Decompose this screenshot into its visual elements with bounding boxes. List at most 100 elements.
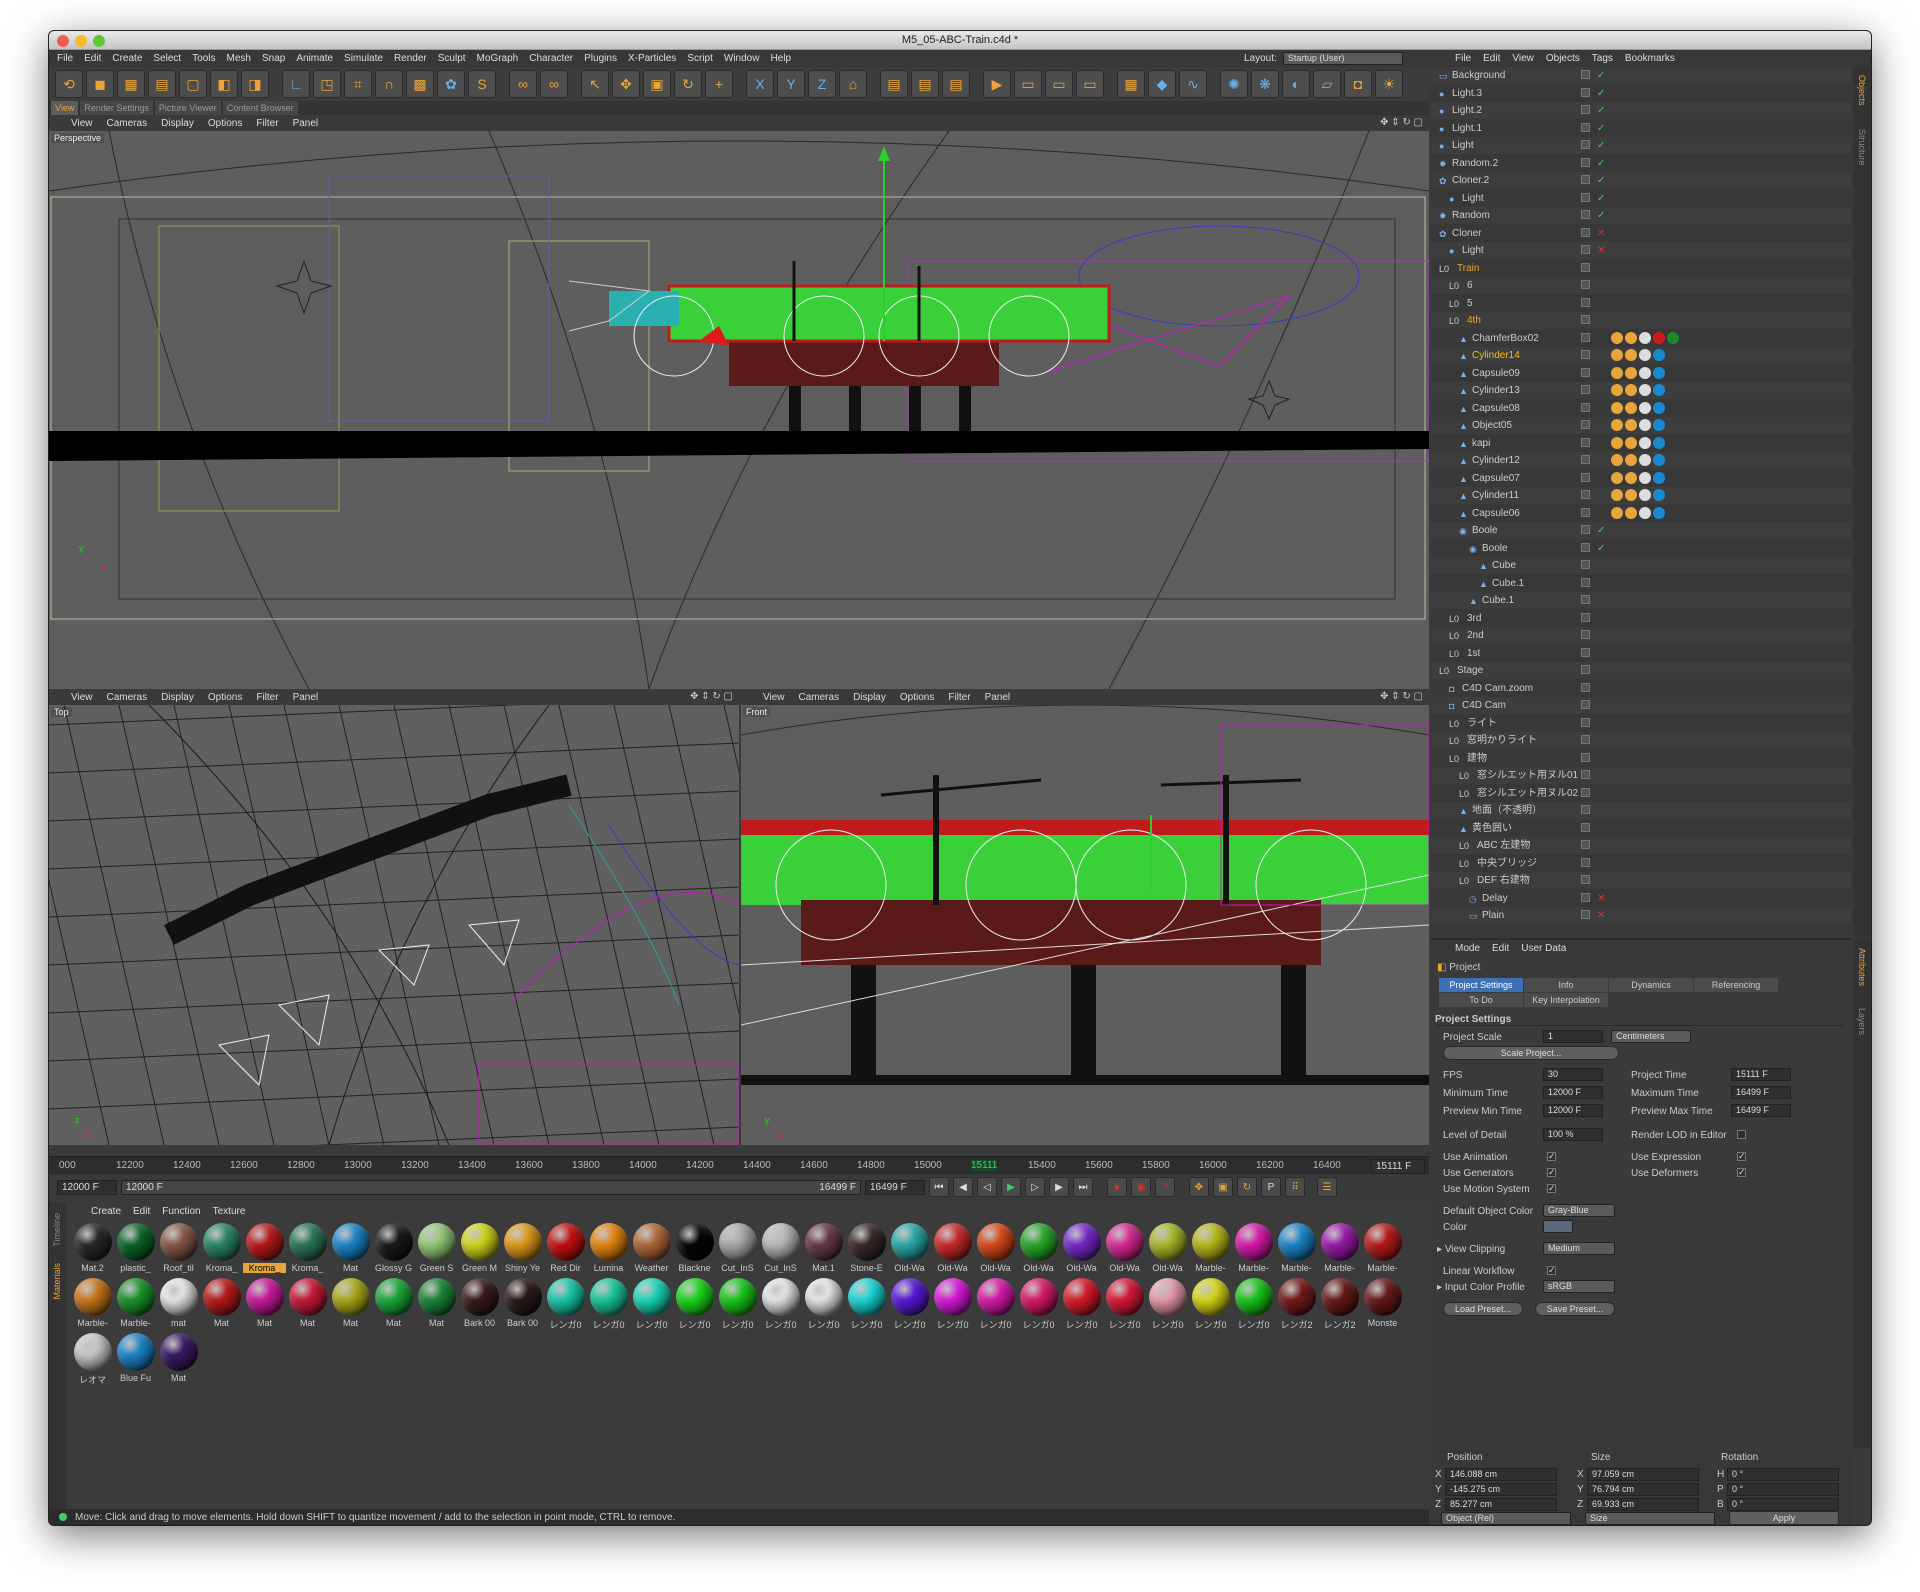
object-row[interactable]: ▲ Capsule07 [1431, 470, 1851, 487]
visibility-toggle[interactable] [1581, 840, 1590, 849]
material-swatch[interactable]: Marble- [71, 1276, 114, 1331]
object-name[interactable]: ● Light.3 [1439, 85, 1482, 102]
project-scale-input[interactable]: 1 [1543, 1030, 1603, 1043]
visibility-toggle[interactable] [1581, 542, 1590, 552]
object-name[interactable]: ◘ C4D Cam [1449, 697, 1506, 714]
default-color-dropdown[interactable]: Gray-Blue [1543, 1204, 1615, 1217]
visibility-toggle[interactable] [1581, 140, 1590, 149]
enabled-icon[interactable]: ✓ [1597, 120, 1605, 137]
object-name[interactable]: ▭ Background [1439, 67, 1505, 84]
menu-select[interactable]: Select [153, 53, 181, 64]
preview-min-input[interactable]: 12000 F [1543, 1104, 1603, 1117]
material-tag-icon[interactable] [1639, 349, 1651, 361]
object-name[interactable]: ▲ 地面（不透明） [1459, 802, 1542, 819]
autokey-icon[interactable]: ◉ [1131, 1177, 1151, 1197]
close-icon[interactable] [57, 35, 69, 47]
render-lod-checkbox[interactable] [1737, 1130, 1746, 1139]
objects-side-tab[interactable]: Objects [1857, 75, 1867, 106]
cube-blue-icon[interactable]: ◆ [1148, 70, 1176, 98]
object-name[interactable]: ▲ Cube [1479, 557, 1516, 574]
object-name[interactable]: L0 中央ブリッジ [1459, 855, 1537, 872]
material-swatch[interactable]: レンガ0 [630, 1276, 673, 1331]
object-name[interactable]: ● Light.2 [1439, 102, 1482, 119]
material-swatch[interactable]: Kroma_ [286, 1221, 329, 1276]
tab-info[interactable]: Info [1524, 978, 1608, 992]
menu-simulate[interactable]: Simulate [344, 53, 383, 64]
material-tag-icon[interactable] [1639, 471, 1651, 484]
material-swatch[interactable]: レオマ [71, 1331, 114, 1386]
visibility-toggle[interactable] [1581, 402, 1590, 412]
floor-icon[interactable]: ▱ [1313, 70, 1341, 98]
visibility-toggle[interactable] [1581, 227, 1590, 237]
save-preset-button[interactable]: Save Preset... [1535, 1302, 1615, 1316]
visibility-toggle[interactable] [1581, 735, 1590, 744]
visibility-toggle[interactable] [1581, 315, 1590, 324]
menu-file[interactable]: File [57, 53, 73, 64]
preview-range-slider[interactable]: 12000 F 16499 F [121, 1179, 861, 1195]
render-settings-icon[interactable]: ▭ [1076, 70, 1104, 98]
material-swatch[interactable]: Bark 00 [458, 1276, 501, 1331]
visibility-toggle[interactable] [1581, 717, 1590, 727]
material-swatch[interactable]: レンガ0 [1232, 1276, 1275, 1331]
render-view-icon[interactable]: ▭ [1014, 70, 1042, 98]
material-menu-edit[interactable]: Edit [133, 1206, 150, 1217]
object-name[interactable]: L0 Stage [1439, 662, 1483, 679]
menu-mograph[interactable]: MoGraph [477, 53, 519, 64]
visibility-toggle[interactable] [1581, 122, 1590, 132]
object-name[interactable]: ✿ Cloner [1439, 225, 1481, 242]
add-icon[interactable]: + [705, 70, 733, 98]
coord-input[interactable]: 69.933 cm [1587, 1498, 1699, 1511]
visibility-toggle[interactable] [1581, 892, 1590, 902]
render-pic-icon[interactable]: ▭ [1045, 70, 1073, 98]
material-swatch[interactable]: Weather [630, 1221, 673, 1276]
material-tag-icon[interactable] [1625, 471, 1637, 484]
object-row[interactable]: ▲ kapi [1431, 435, 1851, 452]
viewport-menu-options[interactable]: Options [208, 692, 242, 703]
object-row[interactable]: ▲ ChamferBox02 [1431, 330, 1851, 347]
attribute-menu-user-data[interactable]: User Data [1521, 943, 1566, 954]
visibility-toggle[interactable] [1581, 297, 1590, 307]
object-row[interactable]: L0 ABC 左建物 [1431, 837, 1851, 854]
material-tag-icon[interactable] [1625, 506, 1637, 519]
coord-input[interactable]: 0 ° [1727, 1483, 1839, 1496]
object-row[interactable]: L0 窓シルエット用ヌル02 [1431, 785, 1851, 802]
play-icon[interactable]: ▶ [983, 70, 1011, 98]
visibility-toggle[interactable] [1581, 787, 1590, 797]
undo-icon[interactable]: ⟲ [55, 70, 83, 98]
use-motion-checkbox[interactable]: ✓ [1547, 1184, 1556, 1193]
material-tag-icon[interactable] [1611, 471, 1623, 484]
visibility-toggle[interactable] [1581, 770, 1590, 779]
attribute-menu-edit[interactable]: Edit [1492, 943, 1509, 954]
menu-create[interactable]: Create [112, 53, 142, 64]
coord-icon[interactable]: ⌂ [839, 70, 867, 98]
visibility-toggle[interactable] [1581, 682, 1590, 692]
object-name[interactable]: L0 4th [1449, 312, 1481, 329]
object-menu-bookmarks[interactable]: Bookmarks [1625, 53, 1675, 64]
material-tag-icon[interactable] [1653, 331, 1665, 344]
material-swatch[interactable]: Mat.1 [802, 1221, 845, 1276]
viewport-nav-icons[interactable]: ✥ ⇕ ↻ ▢ [1380, 117, 1423, 128]
enabled-icon[interactable]: ✓ [1597, 190, 1605, 207]
material-swatch[interactable]: Mat.2 [71, 1221, 114, 1276]
coord-mode-dropdown[interactable]: Object (Rel) [1441, 1512, 1571, 1525]
object-name[interactable]: ▲ ChamferBox02 [1459, 330, 1539, 347]
material-tag-icon[interactable] [1625, 384, 1637, 396]
attribute-menu-mode[interactable]: Mode [1455, 943, 1480, 954]
tab-referencing[interactable]: Referencing [1694, 978, 1778, 992]
spline-icon[interactable]: ∿ [1179, 70, 1207, 98]
visibility-toggle[interactable] [1581, 857, 1590, 867]
play-icon[interactable]: ▶ [1001, 1177, 1021, 1197]
material-tag-icon[interactable] [1611, 454, 1623, 466]
viewport-menu-cameras[interactable]: Cameras [799, 692, 840, 703]
material-swatch[interactable]: Blue Fu [114, 1331, 157, 1386]
enabled-icon[interactable]: ✓ [1597, 67, 1605, 84]
object-name[interactable]: L0 1st [1449, 645, 1480, 662]
coord-input[interactable]: 0 ° [1727, 1498, 1839, 1511]
object-name[interactable]: ▲ Capsule07 [1459, 470, 1520, 487]
material-tag-icon[interactable] [1625, 331, 1637, 344]
object-menu-tags[interactable]: Tags [1592, 53, 1613, 64]
viewport-menu-filter[interactable]: Filter [256, 692, 278, 703]
keyframe-selection-icon[interactable]: ? [1155, 1177, 1175, 1197]
viewport-menu-display[interactable]: Display [161, 692, 194, 703]
grid-icon[interactable]: ▤ [148, 70, 176, 98]
